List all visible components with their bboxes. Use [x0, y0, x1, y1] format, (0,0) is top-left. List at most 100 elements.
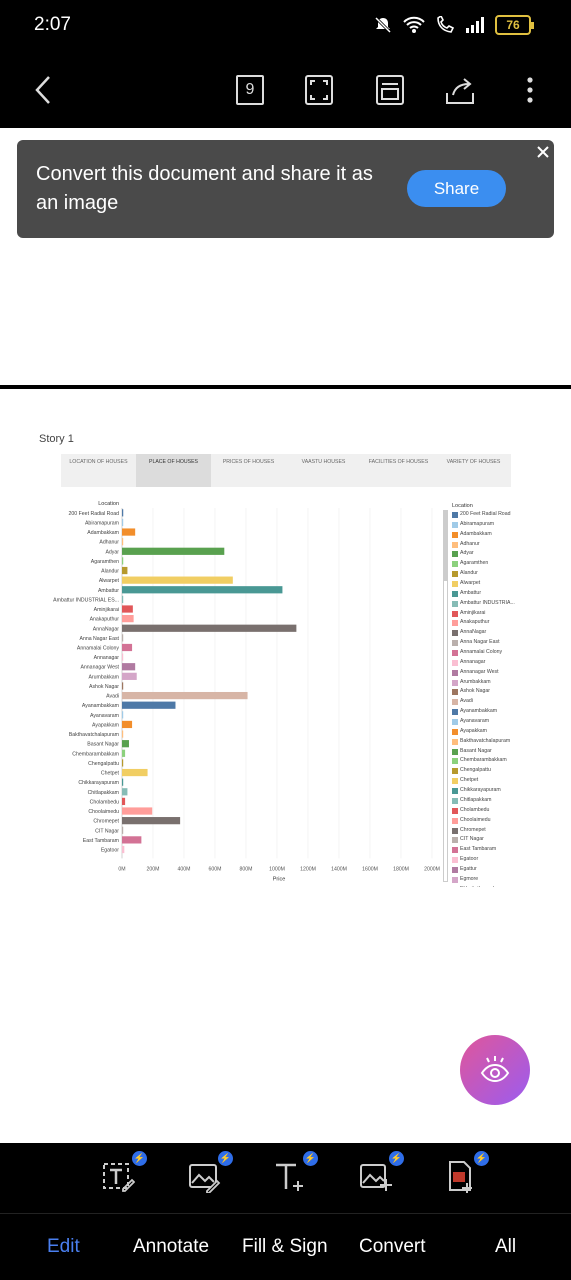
add-text-tool[interactable]: ⚡	[266, 1151, 318, 1199]
legend-item[interactable]: Egmore	[443, 875, 538, 885]
legend-label: Basant Nagar	[460, 747, 492, 754]
x-axis-label: Price	[273, 876, 286, 882]
bar	[122, 740, 129, 748]
add-text-icon	[276, 1163, 303, 1191]
back-button[interactable]	[28, 72, 58, 108]
legend-item[interactable]: Ekkattuthangal	[443, 885, 538, 887]
nav-annotate[interactable]: Annotate	[133, 1236, 209, 1258]
legend-item[interactable]: Alandur	[443, 569, 538, 579]
category-label: 200 Feet Radial Road	[69, 511, 120, 517]
legend-label: 200 Feet Radial Road	[460, 511, 511, 517]
legend-item[interactable]: Egatoor	[443, 855, 538, 865]
x-tick-label: 1600M	[362, 866, 378, 872]
nav-convert[interactable]: Convert	[359, 1236, 426, 1258]
legend-item[interactable]: Aminjikarai	[443, 609, 538, 619]
legend-item[interactable]: Annanagar	[443, 658, 538, 668]
legend-item[interactable]: Chembarambakkam	[443, 756, 538, 766]
edit-image-tool[interactable]: ⚡	[181, 1151, 233, 1199]
nav-all[interactable]: All	[495, 1236, 516, 1258]
category-label: Chengalpattu	[88, 761, 119, 767]
edit-text-tool[interactable]: ⚡	[95, 1151, 147, 1199]
legend-item[interactable]: Adhanur	[443, 540, 538, 550]
legend-item[interactable]: Basant Nagar	[443, 747, 538, 757]
category-label: Ambattur INDUSTRIAL ES...	[53, 597, 119, 603]
bar	[122, 538, 124, 546]
legend-item[interactable]: Ambattur	[443, 589, 538, 599]
legend-item[interactable]: Abiramapuram	[443, 520, 538, 530]
bar	[122, 528, 136, 536]
legend-item[interactable]: Ashok Nagar	[443, 687, 538, 697]
bar	[122, 634, 124, 642]
legend-item[interactable]: Cholambedu	[443, 806, 538, 816]
ai-assistant-button[interactable]	[460, 1035, 530, 1105]
page-count-button[interactable]: 9	[235, 72, 265, 108]
premium-badge: ⚡	[389, 1151, 404, 1166]
share-document-button[interactable]	[444, 72, 478, 108]
legend-item[interactable]: Ayanambakkam	[443, 707, 538, 717]
nav-edit[interactable]: Edit	[47, 1236, 80, 1258]
legend-item[interactable]: Annanagar West	[443, 668, 538, 678]
story-tab[interactable]: VAASTU HOUSES	[286, 454, 361, 487]
category-label: Choolaimedu	[88, 809, 119, 815]
reader-view-button[interactable]	[375, 72, 405, 108]
category-label: Chembarambakkam	[72, 751, 119, 757]
status-icons: 76	[373, 14, 534, 36]
legend-swatch	[452, 610, 458, 617]
legend-item[interactable]: Chromepet	[443, 826, 538, 836]
legend-item[interactable]: AnnaNagar	[443, 628, 538, 638]
share-button[interactable]: Share	[407, 170, 506, 207]
legend-item[interactable]: Chengalpattu	[443, 766, 538, 776]
nav-fill-sign[interactable]: Fill & Sign	[242, 1236, 328, 1258]
legend-label: Avadi	[460, 698, 473, 705]
legend-item[interactable]: Avadi	[443, 697, 538, 707]
legend-item[interactable]: Arumbakkam	[443, 678, 538, 688]
legend-swatch	[452, 699, 458, 706]
legend-item[interactable]: Egattur	[443, 865, 538, 875]
story-tab[interactable]: VARIETY OF HOUSES	[436, 454, 511, 487]
banner-close-button[interactable]	[531, 140, 555, 164]
add-image-tool[interactable]: ⚡	[352, 1151, 404, 1199]
x-tick-label: 200M	[147, 866, 160, 872]
legend-item[interactable]: East Tambaram	[443, 845, 538, 855]
bar	[122, 653, 124, 661]
legend-item[interactable]: Ayanavaram	[443, 717, 538, 727]
legend-label: Ayanavaram	[460, 718, 490, 725]
more-options-button[interactable]	[520, 72, 540, 108]
story-tab[interactable]: PLACE OF HOUSES	[136, 454, 211, 487]
banner-message: Convert this document and share it as an…	[36, 163, 373, 214]
legend-item[interactable]: Anna Nagar East	[443, 638, 538, 648]
premium-badge: ⚡	[218, 1151, 233, 1166]
legend-item[interactable]: Anakaputhur	[443, 618, 538, 628]
legend-item[interactable]: Adambakkam	[443, 530, 538, 540]
legend-swatch	[452, 581, 458, 588]
category-label: Annanagar West	[80, 665, 119, 671]
legend-label: Ashok Nagar	[460, 688, 490, 695]
legend-item[interactable]: Chikkarayapuram	[443, 786, 538, 796]
legend-item[interactable]: Chetpet	[443, 776, 538, 786]
story-tab[interactable]: FACILITIES OF HOUSES	[361, 454, 436, 487]
legend-item[interactable]: Annamalai Colony	[443, 648, 538, 658]
fullscreen-button[interactable]	[304, 72, 334, 108]
legend-label: Chitlapakkam	[460, 796, 492, 803]
legend-item[interactable]: Ambattur INDUSTRIA...	[443, 599, 538, 609]
legend-swatch	[452, 827, 458, 834]
legend-item[interactable]: 200 Feet Radial Road	[443, 510, 538, 520]
legend-item[interactable]: Agaramthen	[443, 559, 538, 569]
legend-item[interactable]: Alwarpet	[443, 579, 538, 589]
bar	[122, 807, 153, 815]
bar	[122, 566, 128, 575]
document-toolbar: 9	[0, 50, 571, 128]
story-tab[interactable]: LOCATION OF HOUSES	[61, 454, 136, 487]
legend-item[interactable]: Adyar	[443, 549, 538, 559]
legend-item[interactable]: Choolaimedu	[443, 816, 538, 826]
legend-item[interactable]: Ayapakkam	[443, 727, 538, 737]
bar	[122, 711, 124, 719]
legend-item[interactable]: Chitlapakkam	[443, 796, 538, 806]
legend-item[interactable]: Bakthavatchalapuram	[443, 737, 538, 747]
pdf-convert-tool[interactable]: ⚡	[437, 1151, 489, 1199]
x-tick-label: 1200M	[300, 866, 316, 872]
legend-item[interactable]: CIT Nagar	[443, 835, 538, 845]
story-tab[interactable]: PRICES OF HOUSES	[211, 454, 286, 487]
category-label: Chikkarayapuram	[78, 780, 119, 786]
legend-swatch	[452, 521, 458, 528]
